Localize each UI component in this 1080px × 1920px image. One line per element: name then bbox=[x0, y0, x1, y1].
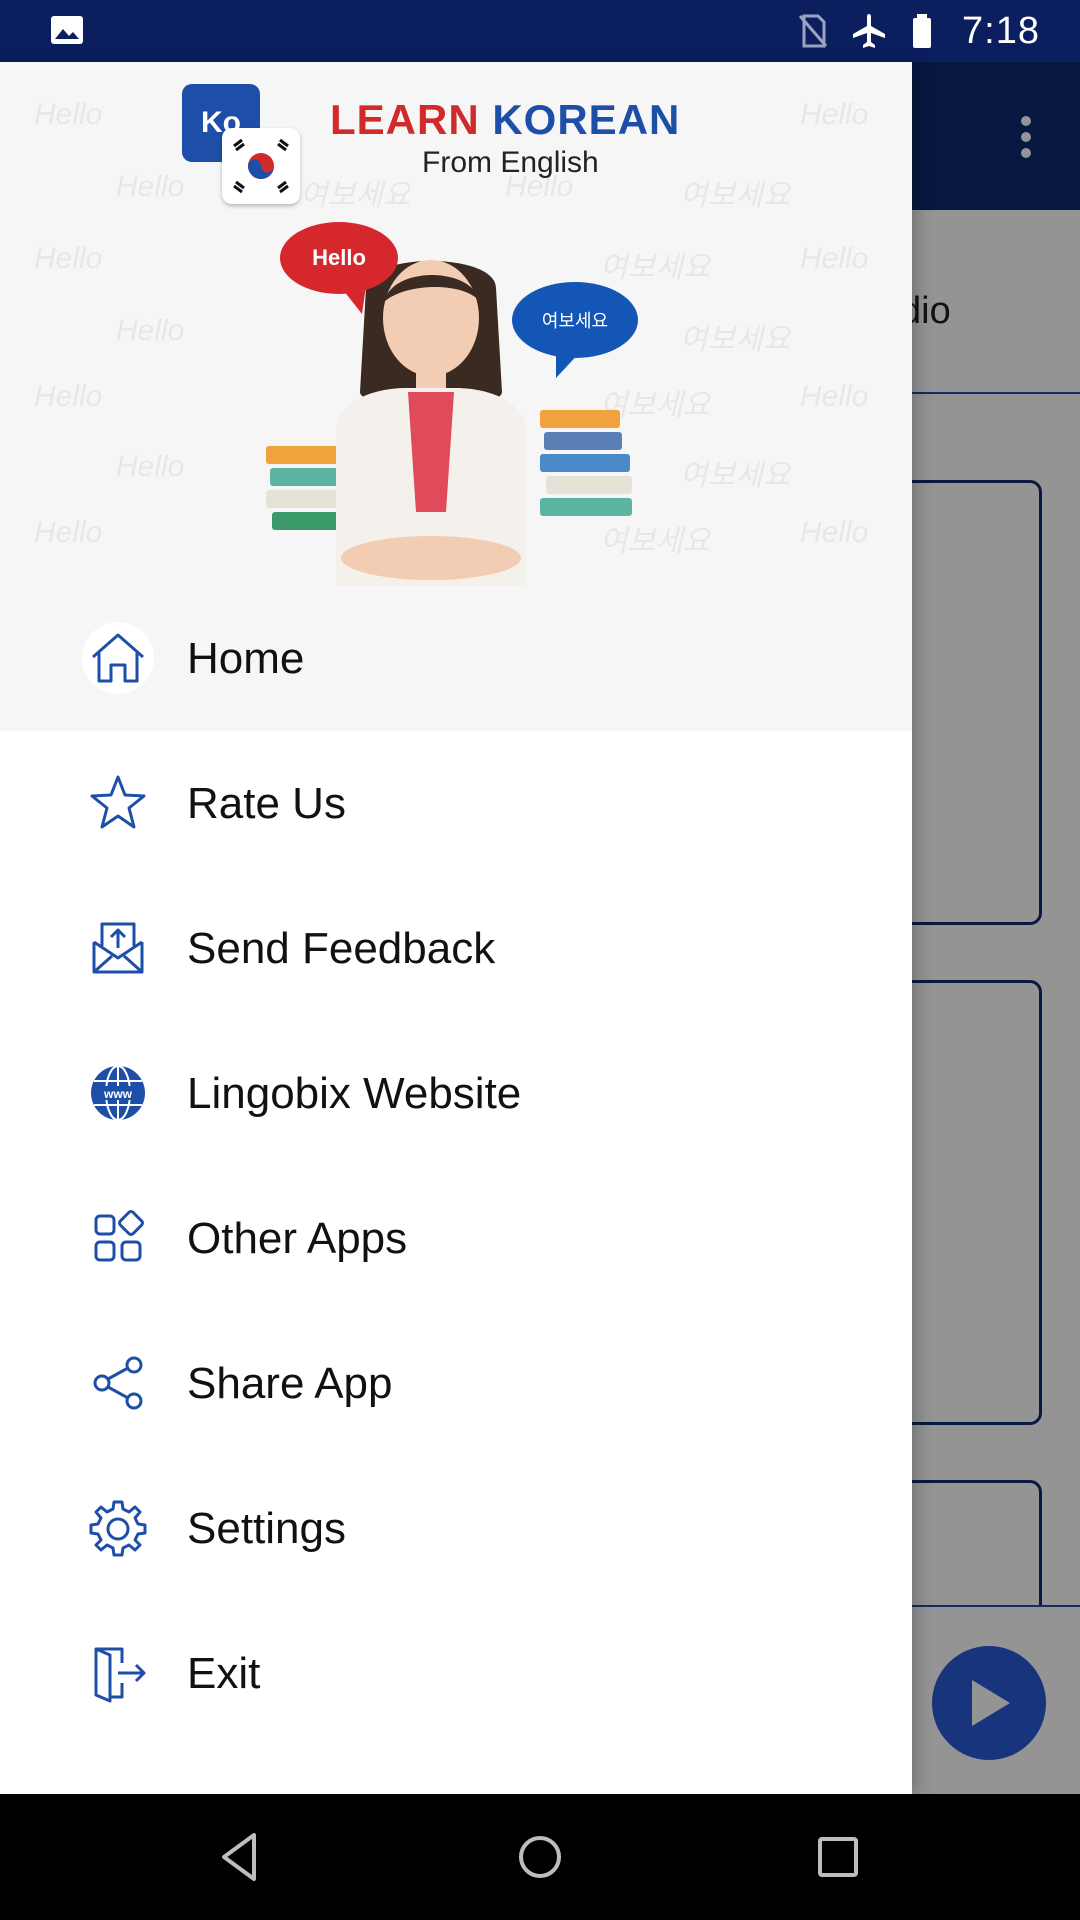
speech-bubble-hello: Hello bbox=[280, 222, 398, 294]
share-icon bbox=[82, 1347, 154, 1419]
speech-bubble-tail bbox=[340, 286, 366, 314]
drawer-header: Hello Hello Hello 여보세요 Hello 여보세요 Hello … bbox=[0, 62, 912, 586]
speech-bubble-korean: 여보세요 bbox=[512, 282, 638, 358]
image-notification-icon bbox=[51, 16, 83, 44]
menu-item-settings[interactable]: Settings bbox=[0, 1456, 912, 1601]
menu-label: Rate Us bbox=[187, 778, 346, 828]
globe-icon: www bbox=[82, 1057, 154, 1129]
battery-icon bbox=[913, 14, 932, 48]
app-title-korean: KOREAN bbox=[492, 96, 681, 143]
system-navigation-bar bbox=[0, 1794, 1080, 1920]
app-title-learn: LEARN bbox=[330, 96, 480, 143]
menu-label: Other Apps bbox=[187, 1213, 408, 1263]
menu-label: Lingobix Website bbox=[187, 1068, 522, 1118]
menu-label: Send Feedback bbox=[187, 923, 496, 973]
menu-item-lingobix-website[interactable]: www Lingobix Website bbox=[0, 1021, 912, 1166]
no-sim-icon bbox=[798, 14, 828, 48]
menu-item-send-feedback[interactable]: Send Feedback bbox=[0, 876, 912, 1021]
menu-label: Exit bbox=[187, 1648, 261, 1698]
app-subtitle: From English bbox=[422, 146, 599, 179]
menu-item-share-app[interactable]: Share App bbox=[0, 1311, 912, 1456]
menu-item-rate-us[interactable]: Rate Us bbox=[0, 731, 912, 876]
airplane-mode-icon bbox=[853, 14, 886, 48]
back-icon[interactable] bbox=[210, 1827, 270, 1887]
speech-bubble-tail bbox=[556, 350, 582, 378]
korea-flag-icon bbox=[222, 128, 300, 204]
svg-text:www: www bbox=[103, 1087, 133, 1101]
apps-icon bbox=[82, 1202, 154, 1274]
menu-item-home[interactable]: Home bbox=[0, 586, 912, 731]
menu-label: Home bbox=[187, 633, 305, 683]
menu-label: Settings bbox=[187, 1503, 346, 1553]
recents-icon[interactable] bbox=[808, 1827, 868, 1887]
drawer-menu: Home Rate Us Send Feedback www Lingobix … bbox=[0, 586, 912, 1746]
home-nav-icon[interactable] bbox=[510, 1827, 570, 1887]
menu-item-exit[interactable]: Exit bbox=[0, 1601, 912, 1746]
status-bar: 7:18 bbox=[0, 0, 1080, 62]
exit-icon bbox=[82, 1637, 154, 1709]
status-time: 7:18 bbox=[962, 9, 1040, 52]
settings-icon bbox=[82, 1492, 154, 1564]
menu-item-other-apps[interactable]: Other Apps bbox=[0, 1166, 912, 1311]
home-icon bbox=[82, 622, 154, 694]
menu-label: Share App bbox=[187, 1358, 393, 1408]
star-icon bbox=[82, 767, 154, 839]
feedback-icon bbox=[82, 912, 154, 984]
navigation-drawer: Hello Hello Hello 여보세요 Hello 여보세요 Hello … bbox=[0, 62, 912, 1794]
app-title: LEARN KOREAN bbox=[330, 96, 680, 144]
